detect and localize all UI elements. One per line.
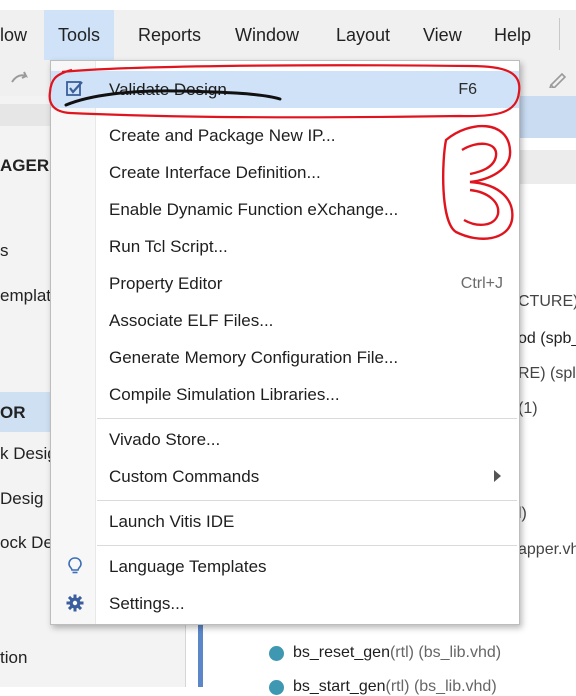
shortcut-label: Ctrl+J	[460, 275, 503, 292]
menu-item-custom-commands[interactable]: Custom Commands	[51, 458, 519, 495]
chevron-right-icon	[494, 470, 501, 482]
menu-item-launch-vitis[interactable]: Launch Vitis IDE	[51, 503, 519, 540]
menu-item-property-editor[interactable]: Property Editor Ctrl+J	[51, 265, 519, 302]
menu-layout[interactable]: Layout	[336, 10, 390, 60]
menu-window[interactable]: Window	[235, 10, 299, 60]
menu-separator	[97, 545, 517, 546]
source-line-1: CTURE)	[518, 293, 576, 310]
menu-help[interactable]: Help	[494, 10, 531, 60]
menu-item-label: Language Templates	[109, 557, 267, 576]
source-line-2[interactable]: od (spb_	[518, 330, 576, 348]
menu-item-label: Generate Memory Configuration File...	[109, 348, 399, 367]
menu-item-settings[interactable]: Settings...	[51, 585, 519, 622]
lightbulb-icon	[68, 557, 82, 574]
menu-item-label: Create Interface Definition...	[109, 163, 321, 182]
menu-item-create-interface-definition[interactable]: Create Interface Definition...	[51, 154, 519, 191]
menu-view[interactable]: View	[423, 10, 462, 60]
nav-item-generate-block-design[interactable]: ock De	[0, 533, 53, 553]
tree-item-bs-reset-gen[interactable]: bs_reset_gen(rtl) (bs_lib.vhd)	[293, 644, 501, 662]
menu-separator	[559, 18, 560, 50]
ip-integrator-heading: OR	[0, 403, 26, 422]
menu-item-label: Run Tcl Script...	[109, 237, 228, 256]
menu-separator	[97, 418, 517, 419]
title-strip	[0, 0, 576, 10]
redo-arrow-icon[interactable]	[10, 70, 32, 86]
menu-item-label: Vivado Store...	[109, 430, 221, 449]
menu-item-generate-memory-config[interactable]: Generate Memory Configuration File...	[51, 339, 519, 376]
nav-item-settings[interactable]: s	[0, 241, 9, 261]
tools-dropdown-menu: Validate Design F6 Create and Package Ne…	[50, 60, 520, 625]
menu-separator	[97, 500, 517, 501]
gear-icon	[66, 594, 84, 612]
shortcut-label: F6	[458, 81, 477, 98]
menu-item-label: Custom Commands	[109, 467, 260, 486]
menu-item-vivado-store[interactable]: Vivado Store...	[51, 421, 519, 458]
nav-item-open-block-design[interactable]: Desig	[0, 489, 43, 509]
vhdl-entity-icon	[269, 646, 284, 661]
menu-item-label: Validate Design	[109, 80, 227, 99]
source-line-6[interactable]: apper.vh	[518, 541, 576, 559]
menu-item-enable-dfx[interactable]: Enable Dynamic Function eXchange...	[51, 191, 519, 228]
menu-item-label: Settings...	[109, 594, 185, 613]
menu-bar: low Tools Reports Window Layout View Hel…	[0, 10, 576, 60]
nav-item-simulation[interactable]: tion	[0, 648, 27, 668]
menu-item-create-package-ip[interactable]: Create and Package New IP...	[51, 117, 519, 154]
menu-item-validate-design[interactable]: Validate Design F6	[51, 71, 519, 108]
menu-item-compile-sim-libraries[interactable]: Compile Simulation Libraries...	[51, 376, 519, 413]
menu-flow[interactable]: low	[0, 10, 27, 60]
menu-item-label: Property Editor	[109, 274, 223, 293]
menu-item-language-templates[interactable]: Language Templates	[51, 548, 519, 585]
menu-item-label: Enable Dynamic Function eXchange...	[109, 200, 399, 219]
project-manager-heading: AGER	[0, 156, 50, 175]
menu-item-label: Compile Simulation Libraries...	[109, 385, 340, 404]
menu-item-run-tcl-script[interactable]: Run Tcl Script...	[51, 228, 519, 265]
edit-pencil-icon[interactable]	[548, 68, 570, 88]
source-line-3[interactable]: RE) (spl	[518, 365, 576, 383]
nav-item-language-templates[interactable]: emplat	[0, 286, 51, 306]
menu-tools[interactable]: Tools	[44, 10, 115, 60]
menu-item-label: Create and Package New IP...	[109, 126, 336, 145]
tree-item-bs-start-gen[interactable]: bs_start_gen(rtl) (bs_lib.vhd)	[293, 678, 497, 696]
nav-item-create-block-design[interactable]: k Desig	[0, 444, 57, 464]
menu-item-label: Associate ELF Files...	[109, 311, 274, 330]
menu-item-associate-elf[interactable]: Associate ELF Files...	[51, 302, 519, 339]
validate-check-icon	[66, 81, 83, 96]
vhdl-entity-icon	[269, 680, 284, 695]
source-line-4[interactable]: (1)	[518, 400, 538, 418]
menu-reports[interactable]: Reports	[138, 10, 201, 60]
menu-item-label: Launch Vitis IDE	[109, 512, 235, 531]
